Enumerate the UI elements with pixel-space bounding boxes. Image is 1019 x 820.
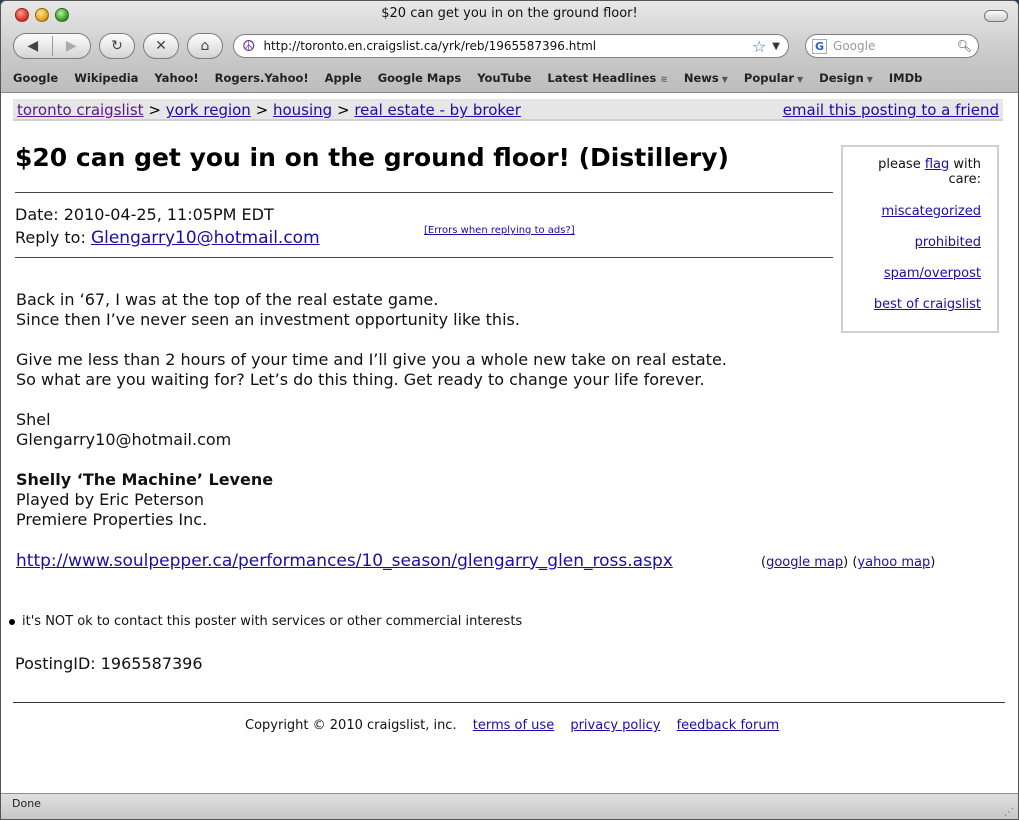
chevron-down-icon[interactable]: ▼ [772,41,780,52]
page-title: $20 can get you in on the ground floor! … [15,143,729,172]
search-input[interactable]: G Google 🔍︎ [805,34,979,58]
flag-best-of-link[interactable]: best of craigslist [874,297,981,312]
flag-prohibited-link[interactable]: prohibited [915,235,981,250]
google-search-engine-icon[interactable]: G [812,38,828,54]
email-posting-link[interactable]: email this posting to a friend [783,100,999,120]
google-map-link[interactable]: google map [766,555,843,570]
map-links: (google map) (yahoo map) [761,555,936,570]
posting-id: PostingID: 1965587396 [15,654,203,673]
errors-replying-link[interactable]: [Errors when replying to ads?] [424,225,575,236]
body-text-line: Played by Eric Peterson [16,490,205,509]
breadcrumb-housing[interactable]: housing [273,101,332,119]
toolbar-toggle-button[interactable] [984,10,1008,22]
flag-miscategorized-link[interactable]: miscategorized [882,204,982,219]
terms-of-use-link[interactable]: terms of use [473,718,554,733]
contact-notice: it's NOT ok to contact this poster with … [9,614,522,629]
bookmark-google-maps[interactable]: Google Maps [378,71,462,85]
bookmark-folder-popular[interactable]: Popular ▼ [744,71,803,85]
soulpepper-link[interactable]: http://www.soulpepper.ca/performances/10… [16,551,673,571]
body-text-line: Since then I’ve never seen an investment… [16,310,520,329]
body-text-line: Glengarry10@hotmail.com [16,430,232,449]
browser-chrome: $20 can get you in on the ground floor! … [1,1,1018,93]
bookmark-folder-news[interactable]: News ▼ [684,71,728,85]
search-placeholder: Google [833,39,876,53]
breadcrumb: toronto craigslist > york region > housi… [13,99,1003,121]
site-favicon-peace-icon: ☮ [242,37,256,55]
reload-icon[interactable]: ↻ [99,33,135,59]
reply-email-link[interactable]: Glengarry10@hotmail.com [91,228,320,248]
search-icon[interactable]: 🔍︎ [957,39,972,53]
browser-window: $20 can get you in on the ground floor! … [0,0,1019,820]
divider [13,702,1005,703]
flag-box: please flag with care: miscategorized pr… [841,145,999,333]
bookmark-yahoo[interactable]: Yahoo! [154,71,198,85]
chevron-down-icon: ▼ [866,75,873,84]
body-text-line: Shel [16,410,51,429]
body-text-line: Shelly ‘The Machine’ Levene [16,470,274,489]
breadcrumb-real-estate-by-broker[interactable]: real estate - by broker [354,101,521,119]
bookmark-latest-headlines[interactable]: Latest Headlines ≋ [547,71,667,85]
stop-icon[interactable]: ✕ [143,33,179,59]
body-text-line: Premiere Properties Inc. [16,510,208,529]
back-arrow-icon[interactable]: ◀ [14,38,52,54]
window-title: $20 can get you in on the ground floor! [381,6,638,21]
status-text: Done [12,797,41,810]
back-forward-buttons: ◀ ▶ [13,33,91,59]
bullet-icon [9,618,15,625]
reply-to: Reply to: Glengarry10@hotmail.com [15,228,320,248]
bookmark-google[interactable]: Google [13,71,58,85]
yahoo-map-link[interactable]: yahoo map [857,555,930,570]
resize-grip-icon[interactable]: ⋰ [1004,807,1014,818]
page-content: toronto craigslist > york region > housi… [1,93,1018,793]
divider [15,192,833,193]
body-text-line: Back in ‘67, I was at the top of the rea… [16,290,439,309]
bookmark-star-icon[interactable]: ☆ [752,37,766,56]
feedback-forum-link[interactable]: feedback forum [677,718,780,733]
chevron-down-icon: ▼ [797,75,804,84]
body-text-line: Give me less than 2 hours of your time a… [16,350,727,369]
bookmark-folder-design[interactable]: Design ▼ [819,71,873,85]
bookmark-wikipedia[interactable]: Wikipedia [74,71,138,85]
chevron-down-icon: ▼ [721,75,728,84]
footer: Copyright © 2010 craigslist, inc. terms … [245,718,780,733]
bookmark-youtube[interactable]: YouTube [477,71,531,85]
breadcrumb-toronto-craigslist[interactable]: toronto craigslist [17,101,144,119]
home-icon[interactable]: ⌂ [187,33,223,59]
address-bar[interactable]: ☮ http://toronto.en.craigslist.ca/yrk/re… [233,34,789,58]
divider [15,257,833,258]
flag-link[interactable]: flag [925,157,949,172]
bookmark-rogers-yahoo[interactable]: Rogers.Yahoo! [215,71,309,85]
rss-icon: ≋ [660,75,668,85]
breadcrumb-york-region[interactable]: york region [166,101,251,119]
bookmark-imdb[interactable]: IMDb [889,71,923,85]
flag-spam-link[interactable]: spam/overpost [884,266,981,281]
bookmarks-bar: Google Wikipedia Yahoo! Rogers.Yahoo! Ap… [1,67,1018,89]
status-bar: Done ⋰ [1,793,1018,819]
body-text-line: So what are you waiting for? Let’s do th… [16,370,705,389]
bookmark-apple[interactable]: Apple [325,71,362,85]
forward-arrow-icon[interactable]: ▶ [52,38,90,54]
post-date: Date: 2010-04-25, 11:05PM EDT [15,205,274,224]
privacy-policy-link[interactable]: privacy policy [570,718,660,733]
url-text[interactable]: http://toronto.en.craigslist.ca/yrk/reb/… [263,39,752,53]
